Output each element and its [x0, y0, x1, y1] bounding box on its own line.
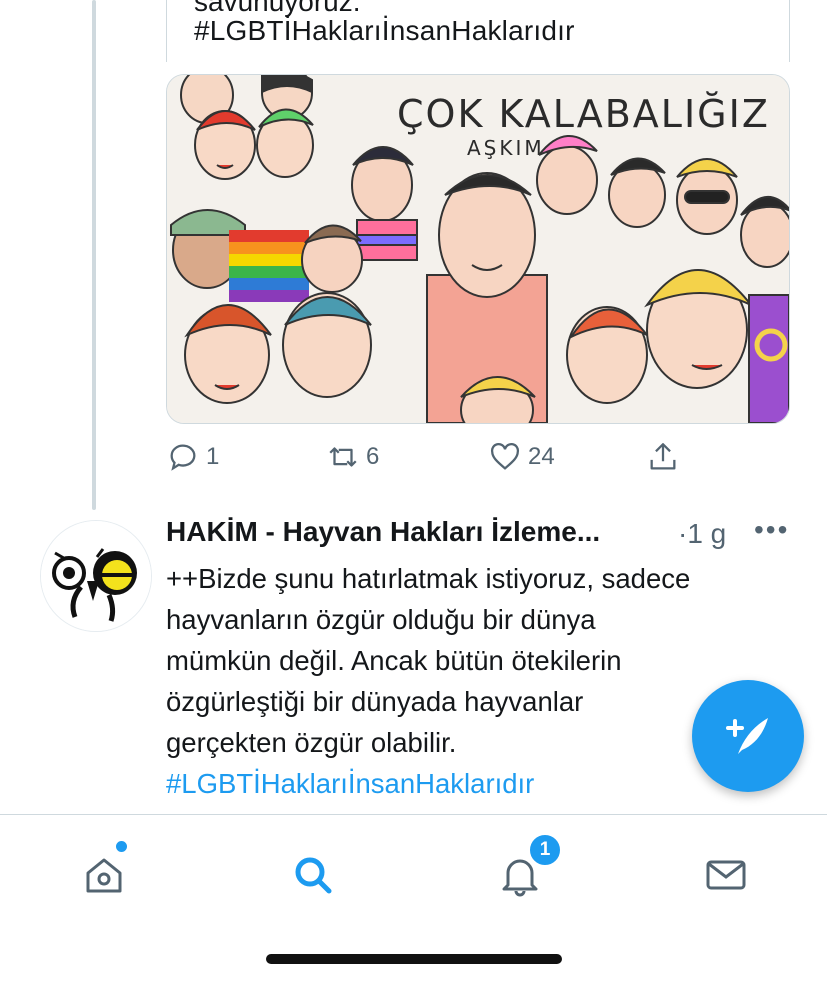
tab-home[interactable]: [74, 839, 134, 905]
tweet-hashtag[interactable]: #LGBTİHaklarıİnsanHaklarıdır: [194, 15, 575, 47]
author-avatar[interactable]: [40, 520, 152, 632]
home-new-content-dot: [114, 839, 129, 854]
tweet-header: HAKİM - Hayvan Hakları İzleme... ·1 g ••…: [166, 514, 796, 554]
like-button[interactable]: 24: [488, 440, 555, 474]
author-name[interactable]: HAKİM - Hayvan Hakları İzleme...: [166, 516, 600, 548]
thread-connector-line: [92, 0, 96, 510]
tab-messages[interactable]: [696, 845, 756, 905]
tweet-text-line: hayvanların özgür olduğu bir dünya: [166, 604, 596, 635]
reply-button[interactable]: 1: [166, 440, 219, 474]
illustration-caption-main: ÇOK KALABALIĞIZ: [397, 92, 770, 136]
compose-tweet-button[interactable]: [692, 680, 804, 792]
tab-notifications[interactable]: 1: [490, 833, 562, 905]
retweet-button[interactable]: 6: [326, 440, 379, 474]
tab-search[interactable]: [283, 845, 343, 905]
home-icon: [86, 858, 122, 893]
tweet-media-image[interactable]: ÇOK KALABALIĞIZ AŞKIM...: [166, 74, 790, 424]
tweet-timestamp[interactable]: ·1 g: [678, 518, 726, 550]
tweet-text-line: mümkün değil. Ancak bütün ötekilerin: [166, 645, 622, 676]
tweet-action-bar: 1 6 24: [166, 440, 726, 480]
like-count: 24: [528, 443, 555, 470]
crowd-illustration: ÇOK KALABALIĞIZ AŞKIM...: [167, 75, 789, 423]
home-indicator-bar[interactable]: [266, 954, 562, 964]
messages-icon: [706, 860, 746, 890]
share-icon: [650, 443, 676, 470]
reply-icon: [170, 444, 196, 471]
search-icon: [295, 857, 332, 894]
reply-count: 1: [206, 443, 220, 470]
share-button[interactable]: [646, 440, 680, 474]
retweet-count: 6: [366, 443, 380, 470]
tweet-text-line: ++Bizde şunu hatırlatmak istiyoruz, sade…: [166, 563, 691, 594]
retweet-icon: [329, 447, 357, 467]
notifications-badge: 1: [528, 833, 562, 867]
like-icon: [490, 442, 520, 470]
compose-tweet-icon: [726, 718, 768, 754]
owl-logo-icon: [41, 521, 151, 631]
more-options-button[interactable]: •••: [754, 514, 789, 546]
